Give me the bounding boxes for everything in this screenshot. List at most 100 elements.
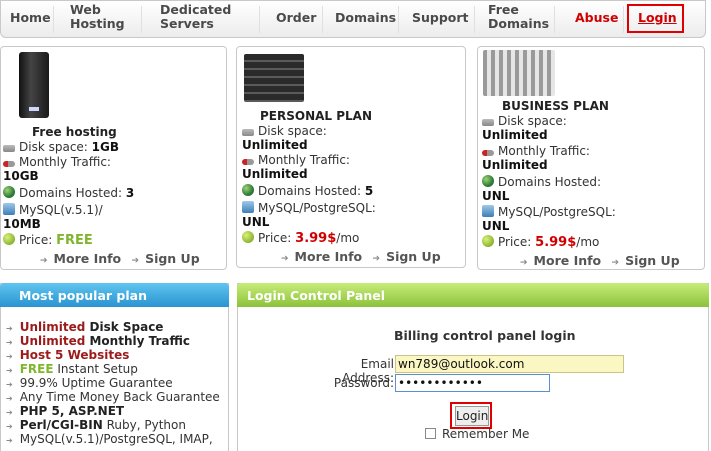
disk-space-label: Disk space:: [19, 140, 88, 154]
nav-free-domains-line1: Free: [488, 2, 519, 17]
mysql-label: MySQL(v.5.1)/: [19, 203, 103, 217]
mysql-value: UNL: [482, 219, 510, 233]
disk-space-value: Unlimited: [242, 138, 308, 152]
globe-icon: [3, 186, 15, 198]
list-item-highlight: FREE: [19, 362, 54, 376]
list-item-text: Disk Space: [85, 320, 164, 334]
nav-separator: [474, 6, 475, 33]
nav-separator: [554, 6, 555, 33]
password-field[interactable]: [395, 374, 550, 392]
list-item-highlight: Unlimited: [19, 320, 86, 334]
disk-space-value: 1GB: [91, 140, 120, 154]
nav-domains[interactable]: Domains: [335, 11, 396, 25]
top-navigation: Home Web Hosting Dedicated Servers Order…: [0, 0, 706, 38]
mysql-value: UNL: [242, 215, 270, 229]
domains-row: Domains Hosted:: [482, 175, 601, 189]
list-item: ➔ Perl/CGI-BIN Ruby, Python: [6, 418, 186, 432]
arrow-icon: ➔: [281, 254, 289, 264]
domains-value: 3: [125, 186, 135, 200]
list-item-text: MySQL(v.5.1)/PostgreSQL, IMAP,: [19, 432, 213, 446]
traffic-value: Unlimited: [242, 167, 308, 181]
list-item: ➔ Unlimited Monthly Traffic: [6, 334, 190, 348]
popular-plan-title: Most popular plan: [19, 288, 147, 303]
price-unit: /mo: [336, 231, 360, 245]
list-item: ➔ FREE Instant Setup: [6, 362, 138, 376]
list-item-text: Instant Setup: [53, 362, 138, 376]
plan-title: PERSONAL PLAN: [260, 109, 373, 123]
arrow-icon: ➔: [372, 254, 381, 264]
more-info-link[interactable]: More Info: [534, 253, 602, 268]
price-icon: [3, 233, 15, 245]
price-row: Price: 3.99$/mo: [242, 231, 359, 246]
domains-label: Domains Hosted:: [498, 175, 601, 189]
login-button-highlight-box: [450, 402, 492, 429]
list-item-text: 99.9% Uptime Guarantee: [19, 376, 173, 390]
mysql-value: 10MB: [3, 217, 41, 231]
nav-abuse[interactable]: Abuse: [575, 11, 618, 25]
remember-me-checkbox[interactable]: [425, 428, 436, 439]
nav-support[interactable]: Support: [412, 11, 469, 25]
mysql-label: MySQL/PostgreSQL:: [258, 201, 376, 215]
list-item-text: Monthly Traffic: [85, 334, 190, 348]
bullet-arrow-icon: ➔: [6, 436, 13, 445]
sign-up-link[interactable]: Sign Up: [625, 253, 680, 268]
nav-dedicated-line2: Servers: [160, 16, 214, 31]
list-item: ➔ MySQL(v.5.1)/PostgreSQL, IMAP,: [6, 432, 213, 446]
nav-free-domains[interactable]: Free Domains: [488, 3, 549, 31]
price-unit: /mo: [576, 235, 600, 249]
bullet-arrow-icon: ➔: [6, 324, 13, 333]
arrow-icon: ➔: [131, 256, 140, 266]
database-icon: [242, 201, 254, 213]
traffic-row: Monthly Traffic:: [3, 155, 111, 169]
disk-space-row: Disk space: 1GB: [3, 140, 119, 154]
login-highlight-box: [627, 4, 684, 33]
arrow-icon: ➔: [520, 258, 528, 268]
price-label: Price:: [498, 235, 532, 249]
price-icon: [482, 235, 494, 247]
disk-space-value: Unlimited: [482, 128, 548, 142]
mysql-row: MySQL/PostgreSQL:: [482, 205, 616, 219]
domains-value: UNL: [482, 189, 510, 203]
tower-server-image: [19, 52, 49, 118]
mysql-row: MySQL(v.5.1)/: [3, 203, 103, 217]
email-field[interactable]: [395, 355, 624, 373]
database-icon: [3, 203, 15, 215]
nav-home[interactable]: Home: [10, 11, 51, 25]
more-info-link[interactable]: More Info: [54, 251, 122, 266]
disk-icon: [482, 119, 494, 126]
price-label: Price:: [19, 233, 53, 247]
nav-order[interactable]: Order: [276, 11, 316, 25]
nav-free-domains-line2: Domains: [488, 16, 550, 31]
list-item-highlight: PHP 5, ASP.NET: [19, 404, 125, 418]
list-item-highlight: Host 5 Websites: [19, 348, 130, 362]
domains-label: Domains Hosted:: [258, 184, 361, 198]
arrow-icon: ➔: [611, 258, 620, 268]
nav-web-hosting[interactable]: Web Hosting: [70, 3, 125, 31]
price-value: 5.99$: [535, 235, 577, 250]
nav-separator: [141, 6, 142, 33]
disk-space-row: Disk space:: [482, 114, 567, 128]
globe-icon: [482, 175, 494, 187]
bullet-arrow-icon: ➔: [6, 422, 13, 431]
more-info-link[interactable]: More Info: [295, 249, 363, 264]
domains-row: Domains Hosted: 5: [242, 184, 373, 198]
nav-separator: [322, 6, 323, 33]
nav-web-hosting-line2: Hosting: [70, 16, 125, 31]
list-item-highlight: Unlimited: [19, 334, 86, 348]
bullet-arrow-icon: ➔: [6, 352, 13, 361]
price-row: Price: FREE: [3, 233, 93, 248]
list-item: ➔ Host 5 Websites: [6, 348, 129, 362]
list-item-highlight: Perl/CGI-BIN: [19, 418, 103, 432]
price-value: FREE: [56, 233, 93, 248]
sign-up-link[interactable]: Sign Up: [145, 251, 200, 266]
arrow-icon: ➔: [40, 256, 48, 266]
sign-up-link[interactable]: Sign Up: [386, 249, 441, 264]
bullet-arrow-icon: ➔: [6, 394, 13, 403]
price-icon: [242, 231, 254, 243]
bullet-arrow-icon: ➔: [6, 380, 13, 389]
rack-server-image: [244, 54, 304, 102]
nav-dedicated-line1: Dedicated: [160, 2, 232, 17]
nav-dedicated-servers[interactable]: Dedicated Servers: [160, 3, 231, 31]
list-item: ➔ Unlimited Disk Space: [6, 320, 163, 334]
plan-title: BUSINESS PLAN: [502, 99, 609, 113]
